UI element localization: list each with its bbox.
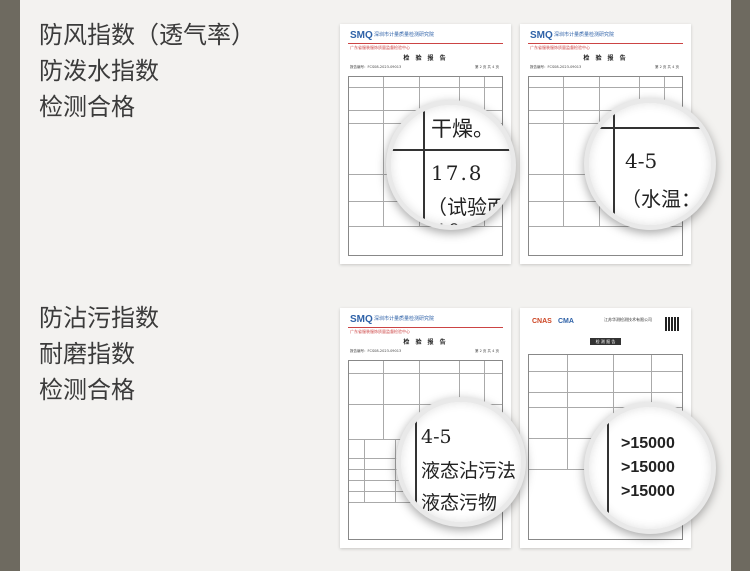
section1-line-passed: 检测合格: [39, 93, 135, 121]
section1-heading: 防风指数（透气率） 防泼水指数 检测合格: [39, 17, 255, 125]
section1-line-water-repellent: 防泼水指数: [39, 57, 159, 85]
lens3-line3: 液态污物: [421, 492, 498, 514]
report-org: 深圳市计量质量检测研究院: [554, 32, 615, 38]
section2-heading: 防沾污指数 耐磨指数 检测合格: [39, 300, 159, 408]
lens1-line1: 干燥。: [431, 117, 494, 141]
report-org: 深圳市计量质量检测研究院: [374, 32, 435, 38]
report-title: 检 验 报 告: [403, 55, 448, 62]
lens-rule: [613, 103, 615, 225]
magnifier-3: 4-5 液态沾污法 液态污物: [396, 397, 526, 527]
report-divider: [528, 43, 683, 44]
qr-code-icon: [665, 317, 679, 331]
report-page: 第 2 页 共 4 页: [474, 65, 499, 69]
lens3-line2: 液态沾污法: [421, 460, 517, 482]
report-red-text: 广东省服装服饰质量监督检验中心: [350, 329, 410, 334]
magnifier-4: >15000 >15000 >15000: [584, 402, 716, 534]
magnifier-2: 4-5 （水温：: [584, 98, 716, 230]
cnas-logo: CNAS: [532, 318, 552, 325]
cma-logo: CMA: [558, 318, 574, 325]
report-meta: 报告编号：FCS08-2023-09013: [350, 349, 402, 353]
report-meta: 报告编号：FCS08-2023-09013: [350, 65, 402, 69]
lens1-line3: （试验面: [427, 195, 507, 219]
report-title: 检 验 报 告: [583, 55, 628, 62]
lens-rule: [589, 127, 711, 129]
report-divider: [348, 43, 503, 44]
lens-rule: [415, 402, 417, 522]
section2-line-antifouling: 防沾污指数: [39, 304, 159, 332]
report-brand: SMQ: [350, 30, 373, 41]
report-page: 第 2 页 共 4 页: [474, 349, 499, 353]
report4-org: 江苏华测检测技术有限公司: [604, 317, 652, 322]
lens-rule: [607, 407, 609, 529]
report-brand: SMQ: [350, 314, 373, 325]
lens2-line2: （水温：: [621, 187, 701, 211]
report-divider: [348, 327, 503, 328]
report-meta: 报告编号：FCS08-2023-09013: [530, 65, 582, 69]
lens1-line2: 17.8: [431, 161, 484, 185]
section1-line-windproof: 防风指数（透气率）: [39, 21, 255, 49]
lens3-line1: 4-5: [421, 426, 452, 448]
lens-rule: [391, 149, 511, 151]
report-title: 检 验 报 告: [403, 339, 448, 346]
lens2-line1: 4-5: [625, 149, 658, 173]
section2-line-abrasion: 耐磨指数: [39, 340, 135, 368]
report-page: 第 2 页 共 4 页: [654, 65, 679, 69]
report-brand: SMQ: [530, 30, 553, 41]
lens4-value-1: >15000: [621, 435, 675, 452]
report4-banner: 检 测 报 告: [590, 338, 621, 345]
magnifier-1: 干燥。 17.8 （试验面 100: [386, 100, 516, 230]
report-org: 深圳市计量质量检测研究院: [374, 316, 435, 322]
report-red-text: 广东省服装服饰质量监督检验中心: [530, 45, 590, 50]
lens4-value-3: >15000: [621, 483, 675, 500]
report-red-text: 广东省服装服饰质量监督检验中心: [350, 45, 410, 50]
section2-line-passed: 检测合格: [39, 376, 135, 404]
lens-rule: [423, 105, 425, 225]
lens4-value-2: >15000: [621, 459, 675, 476]
